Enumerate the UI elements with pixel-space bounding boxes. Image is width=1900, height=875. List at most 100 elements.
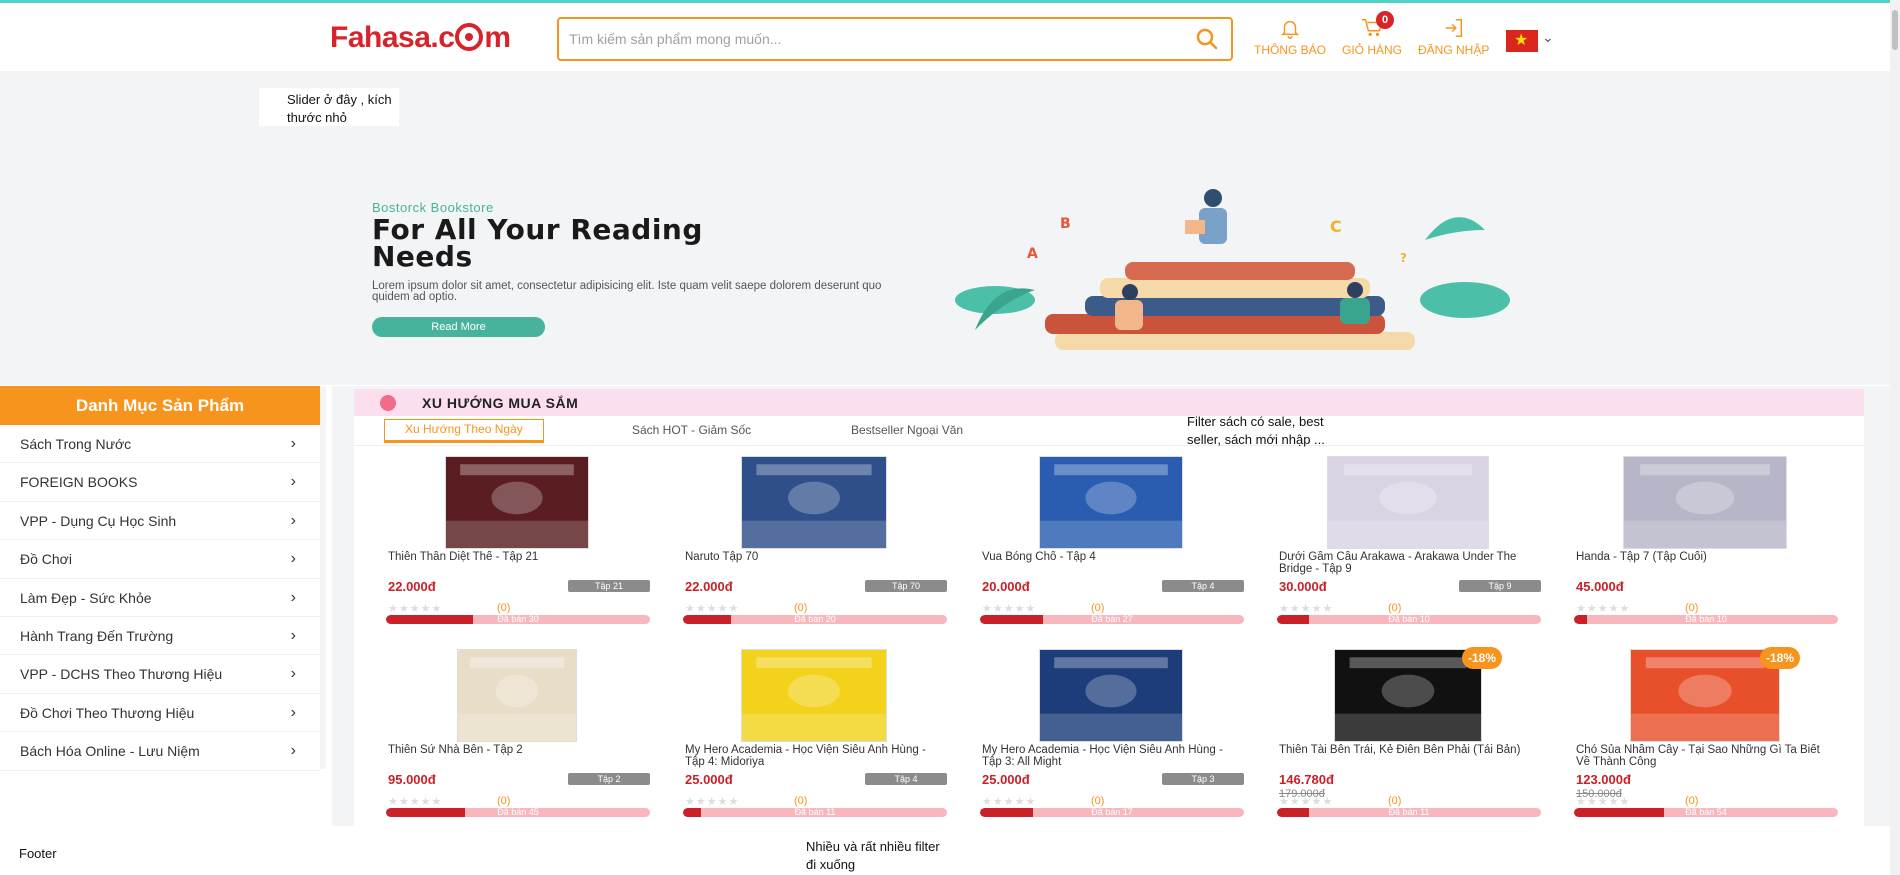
book-cover-image[interactable] — [1039, 649, 1183, 742]
product-price: 20.000đ — [982, 579, 1030, 594]
rating-stars: ★★★★★ — [1576, 603, 1631, 615]
rating-count: (0) — [1091, 795, 1105, 807]
rating-count: (0) — [794, 602, 808, 614]
sold-label: Đã bán 11 — [794, 808, 836, 817]
product-card[interactable]: Thiên Sứ Nhà Bên - Tập 2 95.000đ Tập 2 ★★★★… — [384, 649, 650, 834]
sidebar-item-bach-hoa[interactable]: Bách Hóa Online - Lưu Niệm › — [0, 732, 320, 771]
rating-stars: ★★★★★ — [982, 796, 1037, 808]
sidebar-item-label: VPP - DCHS Theo Thương Hiệu — [20, 666, 223, 683]
sold-label: Đã bán 11 — [1388, 808, 1430, 817]
chevron-right-icon: › — [290, 742, 296, 760]
bell-icon — [1280, 20, 1300, 39]
chevron-right-icon: › — [290, 435, 296, 452]
product-card[interactable]: Dưới Gầm Cầu Arakawa - Arakawa Under The… — [1275, 456, 1541, 641]
sidebar-item-do-choi[interactable]: Đồ Chơi › — [0, 540, 320, 579]
search-icon[interactable] — [1195, 27, 1219, 51]
product-name[interactable]: Thiên Tài Bên Trái, Kẻ Điên Bên Phải (Tá… — [1279, 744, 1537, 770]
rating-count: (0) — [497, 602, 511, 614]
product-card[interactable]: -18% Chó Sủa Nhầm Cây - Tại Sao Những Gì … — [1572, 647, 1838, 834]
sold-progress-bar: Đã bán 11 — [683, 808, 947, 817]
book-cover-image[interactable] — [1039, 456, 1183, 549]
product-name[interactable]: Naruto Tập 70 — [685, 551, 943, 577]
rating-count: (0) — [497, 795, 511, 807]
sidebar-item-do-choi-thuong-hieu[interactable]: Đồ Chơi Theo Thương Hiệu › — [0, 694, 320, 733]
sold-label: Đã bán 10 — [1388, 615, 1430, 624]
search-box — [557, 17, 1233, 61]
sidebar-item-label: FOREIGN BOOKS — [20, 474, 138, 491]
sold-progress-bar: Đã bán 20 — [683, 615, 947, 624]
rating-stars: ★★★★★ — [1279, 603, 1334, 615]
book-cover-image[interactable] — [1630, 649, 1780, 742]
svg-text:?: ? — [1400, 251, 1407, 265]
rating-stars: ★★★★★ — [685, 603, 740, 615]
book-cover-image[interactable] — [445, 456, 589, 549]
rating-count: (0) — [1685, 602, 1699, 614]
volume-tag: Tập 21 — [568, 580, 650, 592]
product-card[interactable]: Vua Bóng Chổ - Tập 4 20.000đ Tập 4 ★★★★★ (0)… — [978, 456, 1244, 641]
sold-progress-bar: Đã bán 10 — [1277, 615, 1541, 624]
product-name[interactable]: Handa - Tập 7 (Tập Cuối) — [1576, 551, 1834, 577]
login-button[interactable]: ĐĂNG NHẬP — [1418, 17, 1489, 57]
sold-progress-bar: Đã bán 45 — [386, 808, 650, 817]
sidebar-item-label: Sách Trong Nước — [20, 436, 132, 452]
search-input[interactable] — [569, 28, 1169, 50]
book-cover-image[interactable] — [741, 649, 887, 742]
read-more-button[interactable]: Read More — [372, 317, 545, 337]
sidebar-item-vpp-thuong-hieu[interactable]: VPP - DCHS Theo Thương Hiệu › — [0, 655, 320, 694]
footer-note: Footer — [19, 846, 57, 861]
sold-label: Đã bán 27 — [1091, 615, 1133, 624]
trend-header: XU HƯỚNG MUA SẮM — [354, 389, 1864, 416]
product-name[interactable]: My Hero Academia - Học Viện Siêu Anh Hùn… — [685, 744, 943, 770]
sold-label: Đã bán 20 — [794, 615, 836, 624]
product-card[interactable]: My Hero Academia - Học Viện Siêu Anh Hùn… — [978, 649, 1244, 834]
rating-stars: ★★★★★ — [982, 603, 1037, 615]
book-cover-image[interactable] — [1327, 456, 1489, 549]
book-cover-image[interactable] — [1334, 649, 1482, 742]
tab-xu-huong-theo-ngay[interactable]: Xu Hướng Theo Ngày — [384, 419, 544, 443]
sidebar-title: Danh Mục Sản Phẩm — [0, 386, 320, 425]
sidebar-item-label: Làm Đẹp - Sức Khỏe — [20, 589, 152, 606]
sidebar-item-foreign-books[interactable]: FOREIGN BOOKS › — [0, 463, 320, 502]
vietnam-flag-icon[interactable]: ★ — [1506, 30, 1538, 52]
sold-progress-bar: Đã bán 54 — [1574, 808, 1838, 817]
product-card[interactable]: -18% Thiên Tài Bên Trái, Kẻ Điên Bên Phải… — [1275, 647, 1541, 834]
trend-icon — [380, 395, 396, 411]
product-card[interactable]: Handa - Tập 7 (Tập Cuối) 45.000đ ★★★★★ (0) Đ… — [1572, 456, 1838, 641]
product-name[interactable]: Thiên Sứ Nhà Bên - Tập 2 — [388, 744, 646, 770]
rating-stars: ★★★★★ — [388, 603, 443, 615]
fahasa-logo[interactable]: Fahasa.c m — [330, 21, 511, 55]
book-cover-image[interactable] — [457, 649, 577, 742]
product-name[interactable]: My Hero Academia - Học Viện Siêu Anh Hùn… — [982, 744, 1240, 770]
svg-text:B: B — [1060, 216, 1071, 232]
book-cover-image[interactable] — [741, 456, 887, 549]
sold-progress-bar: Đã bán 17 — [980, 808, 1244, 817]
product-name[interactable]: Chó Sủa Nhầm Cây - Tại Sao Những Gì Ta B… — [1576, 744, 1834, 770]
chevron-down-icon[interactable]: ⌄ — [1542, 29, 1554, 46]
rating-stars: ★★★★★ — [1279, 796, 1334, 808]
sold-label: Đã bán 54 — [1685, 808, 1727, 817]
tab-sach-hot[interactable]: Sách HOT - Giảm Sốc — [632, 423, 751, 437]
sold-label: Đã bán 45 — [497, 808, 539, 817]
trend-title: XU HƯỚNG MUA SẮM — [422, 395, 579, 411]
product-card[interactable]: Naruto Tập 70 22.000đ Tập 70 ★★★★★ (0) Đã bán… — [681, 456, 947, 641]
scrollbar[interactable] — [1890, 0, 1900, 875]
sidebar-item-vpp-dung-cu[interactable]: VPP - Dụng Cụ Học Sinh › — [0, 502, 320, 541]
sidebar-item-lam-dep[interactable]: Làm Đẹp - Sức Khỏe › — [0, 579, 320, 617]
tab-bestseller-ngoai-van[interactable]: Bestseller Ngoại Văn — [851, 423, 963, 437]
product-card[interactable]: My Hero Academia - Học Viện Siêu Anh Hùn… — [681, 649, 947, 834]
cart-button[interactable]: 0 GIỎ HÀNG — [1342, 11, 1402, 57]
chevron-right-icon: › — [290, 703, 296, 721]
notifications-button[interactable]: THÔNG BÁO — [1254, 17, 1326, 57]
product-name[interactable]: Dưới Gầm Cầu Arakawa - Arakawa Under The… — [1279, 551, 1537, 577]
product-name[interactable]: Vua Bóng Chổ - Tập 4 — [982, 551, 1240, 577]
login-icon — [1445, 19, 1462, 37]
product-card[interactable]: Thiên Thần Diệt Thế - Tập 21 22.000đ Tập 2… — [384, 456, 650, 641]
page: Fahasa.cm THÔNG BÁO 0 GIỎ HÀNG — [0, 0, 1900, 875]
sidebar-item-sach-trong-nuoc[interactable]: Sách Trong Nước › — [0, 425, 320, 464]
trend-section: XU HƯỚNG MUA SẮM Xu Hướng Theo Ngày Sách… — [354, 389, 1864, 826]
scrollbar-thumb[interactable] — [1892, 10, 1898, 50]
sidebar-item-hanh-trang[interactable]: Hành Trang Đến Trường › — [0, 617, 320, 656]
volume-tag: Tập 4 — [1162, 580, 1244, 592]
book-cover-image[interactable] — [1623, 456, 1787, 549]
product-name[interactable]: Thiên Thần Diệt Thế - Tập 21 — [388, 551, 646, 577]
